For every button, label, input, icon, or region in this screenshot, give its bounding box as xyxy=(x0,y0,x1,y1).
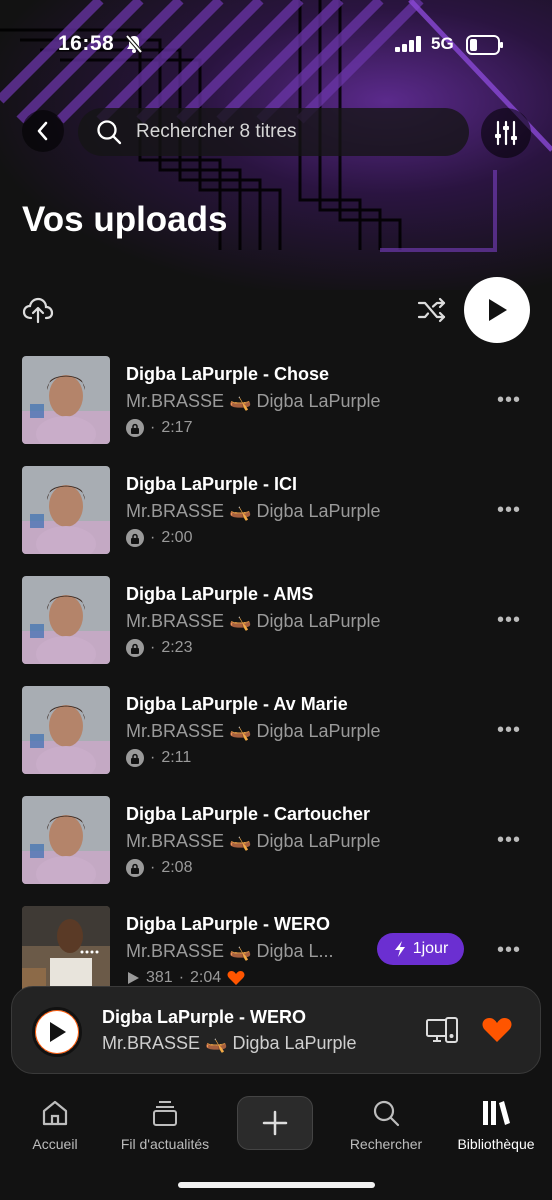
track-artwork xyxy=(22,686,110,774)
track-meta: · 2:11 xyxy=(126,749,191,767)
upload-cloud-icon[interactable] xyxy=(22,296,54,329)
play-count: 381 xyxy=(146,969,173,986)
track-row[interactable]: Digba LaPurple - Av Marie Mr.BRASSE 🛶 Di… xyxy=(0,686,552,786)
play-icon xyxy=(50,1022,66,1042)
signal-icon xyxy=(395,36,423,57)
mini-player[interactable]: Digba LaPurple - WERO Mr.BRASSE 🛶 Digba … xyxy=(11,986,541,1074)
track-artist: Mr.BRASSE 🛶 Digba LaPurple xyxy=(126,721,381,741)
plus-icon xyxy=(262,1110,288,1136)
back-button[interactable] xyxy=(22,110,64,152)
track-artwork xyxy=(22,356,110,444)
page-title: Vos uploads xyxy=(22,200,228,239)
tab-label: Fil d'actualités xyxy=(120,1136,210,1152)
play-count-icon xyxy=(128,972,139,984)
tab-label: Bibliothèque xyxy=(457,1136,535,1152)
home-indicator xyxy=(178,1182,375,1188)
more-options-icon[interactable]: ••• xyxy=(497,829,521,852)
track-meta: · 2:23 xyxy=(126,639,192,657)
status-bar: 16:58 5G xyxy=(0,30,552,60)
separator-dot: · xyxy=(150,529,156,546)
track-artwork xyxy=(22,466,110,554)
track-meta: 381 · 2:04 xyxy=(126,969,245,987)
network-type: 5G xyxy=(431,34,454,53)
track-row[interactable]: Digba LaPurple - Cartoucher Mr.BRASSE 🛶 … xyxy=(0,796,552,896)
mini-play-button[interactable] xyxy=(32,1007,82,1057)
track-meta: · 2:00 xyxy=(126,529,192,547)
search-placeholder: Rechercher 8 titres xyxy=(136,121,297,142)
tab-accueil[interactable]: Accueil xyxy=(24,1098,86,1152)
track-artist: Mr.BRASSE 🛶 Digba L... xyxy=(126,941,334,961)
now-playing-artist: Mr.BRASSE 🛶 Digba LaPurple xyxy=(102,1033,357,1053)
more-options-icon[interactable]: ••• xyxy=(497,719,521,742)
sliders-icon xyxy=(495,120,517,146)
status-time: 16:58 xyxy=(58,32,115,55)
shuffle-icon[interactable] xyxy=(417,297,447,328)
search-icon xyxy=(97,120,122,145)
track-duration: 2:04 xyxy=(190,969,222,986)
like-heart-icon[interactable] xyxy=(482,1017,512,1048)
more-options-icon[interactable]: ••• xyxy=(497,609,521,632)
more-options-icon[interactable]: ••• xyxy=(497,939,521,962)
track-title: Digba LaPurple - Av Marie xyxy=(126,694,348,714)
lock-icon xyxy=(126,639,144,657)
track-meta: · 2:08 xyxy=(126,859,192,877)
now-playing-title: Digba LaPurple - WERO xyxy=(102,1007,307,1027)
play-all-button[interactable] xyxy=(464,277,530,343)
separator-dot: · xyxy=(178,969,185,986)
tab-rechercher[interactable]: Rechercher xyxy=(340,1098,432,1152)
feed-icon xyxy=(153,1101,177,1126)
track-artist: Mr.BRASSE 🛶 Digba LaPurple xyxy=(126,611,381,631)
bottom-tab-bar: Accueil Fil d'actualités Rechercher Bibl… xyxy=(0,1080,552,1200)
track-artwork xyxy=(22,906,110,994)
track-artist: Mr.BRASSE 🛶 Digba LaPurple xyxy=(126,391,381,411)
lock-icon xyxy=(126,419,144,437)
create-button[interactable] xyxy=(237,1096,313,1150)
separator-dot: · xyxy=(150,859,156,876)
lock-icon xyxy=(126,529,144,547)
separator-dot: · xyxy=(150,419,156,436)
lock-icon xyxy=(126,859,144,877)
boost-badge[interactable]: 1jour xyxy=(377,933,464,965)
filter-button[interactable] xyxy=(481,108,531,158)
track-title: Digba LaPurple - WERO xyxy=(126,914,331,934)
separator-dot: · xyxy=(150,639,156,656)
track-meta: · 2:17 xyxy=(126,419,192,437)
track-duration: 2:08 xyxy=(161,859,193,876)
more-options-icon[interactable]: ••• xyxy=(497,389,521,412)
play-icon xyxy=(489,299,507,321)
track-row[interactable]: Digba LaPurple - AMS Mr.BRASSE 🛶 Digba L… xyxy=(0,576,552,676)
track-title: Digba LaPurple - Chose xyxy=(126,364,330,384)
track-duration: 2:00 xyxy=(161,529,193,546)
track-title: Digba LaPurple - ICI xyxy=(126,474,298,494)
home-icon xyxy=(42,1100,68,1126)
more-options-icon[interactable]: ••• xyxy=(497,499,521,522)
separator-dot: · xyxy=(150,749,156,766)
tab-bibliotheque[interactable]: Bibliothèque xyxy=(448,1098,544,1152)
tab-label: Rechercher xyxy=(349,1136,423,1152)
lightning-icon xyxy=(394,941,405,957)
search-icon xyxy=(373,1100,400,1127)
track-title: Digba LaPurple - AMS xyxy=(126,584,314,604)
bell-muted-icon xyxy=(124,34,144,59)
track-row[interactable]: Digba LaPurple - ICI Mr.BRASSE 🛶 Digba L… xyxy=(0,466,552,566)
library-icon xyxy=(483,1101,510,1125)
track-artist: Mr.BRASSE 🛶 Digba LaPurple xyxy=(126,831,381,851)
device-connect-icon[interactable] xyxy=(426,1017,458,1050)
chevron-left-icon xyxy=(37,121,48,141)
battery-icon xyxy=(466,35,504,60)
boost-badge-label: 1jour xyxy=(412,940,449,957)
track-title: Digba LaPurple - Cartoucher xyxy=(126,804,371,824)
tab-fil-actualites[interactable]: Fil d'actualités xyxy=(108,1098,222,1152)
heart-icon xyxy=(227,971,245,985)
track-artist: Mr.BRASSE 🛶 Digba LaPurple xyxy=(126,501,381,521)
track-duration: 2:17 xyxy=(161,419,193,436)
tab-label: Accueil xyxy=(32,1136,78,1152)
track-artwork xyxy=(22,576,110,664)
search-input[interactable]: Rechercher 8 titres xyxy=(78,108,469,156)
track-row[interactable]: Digba LaPurple - Chose Mr.BRASSE 🛶 Digba… xyxy=(0,356,552,456)
track-duration: 2:23 xyxy=(161,639,193,656)
track-duration: 2:11 xyxy=(161,749,192,766)
track-artwork xyxy=(22,796,110,884)
lock-icon xyxy=(126,749,144,767)
